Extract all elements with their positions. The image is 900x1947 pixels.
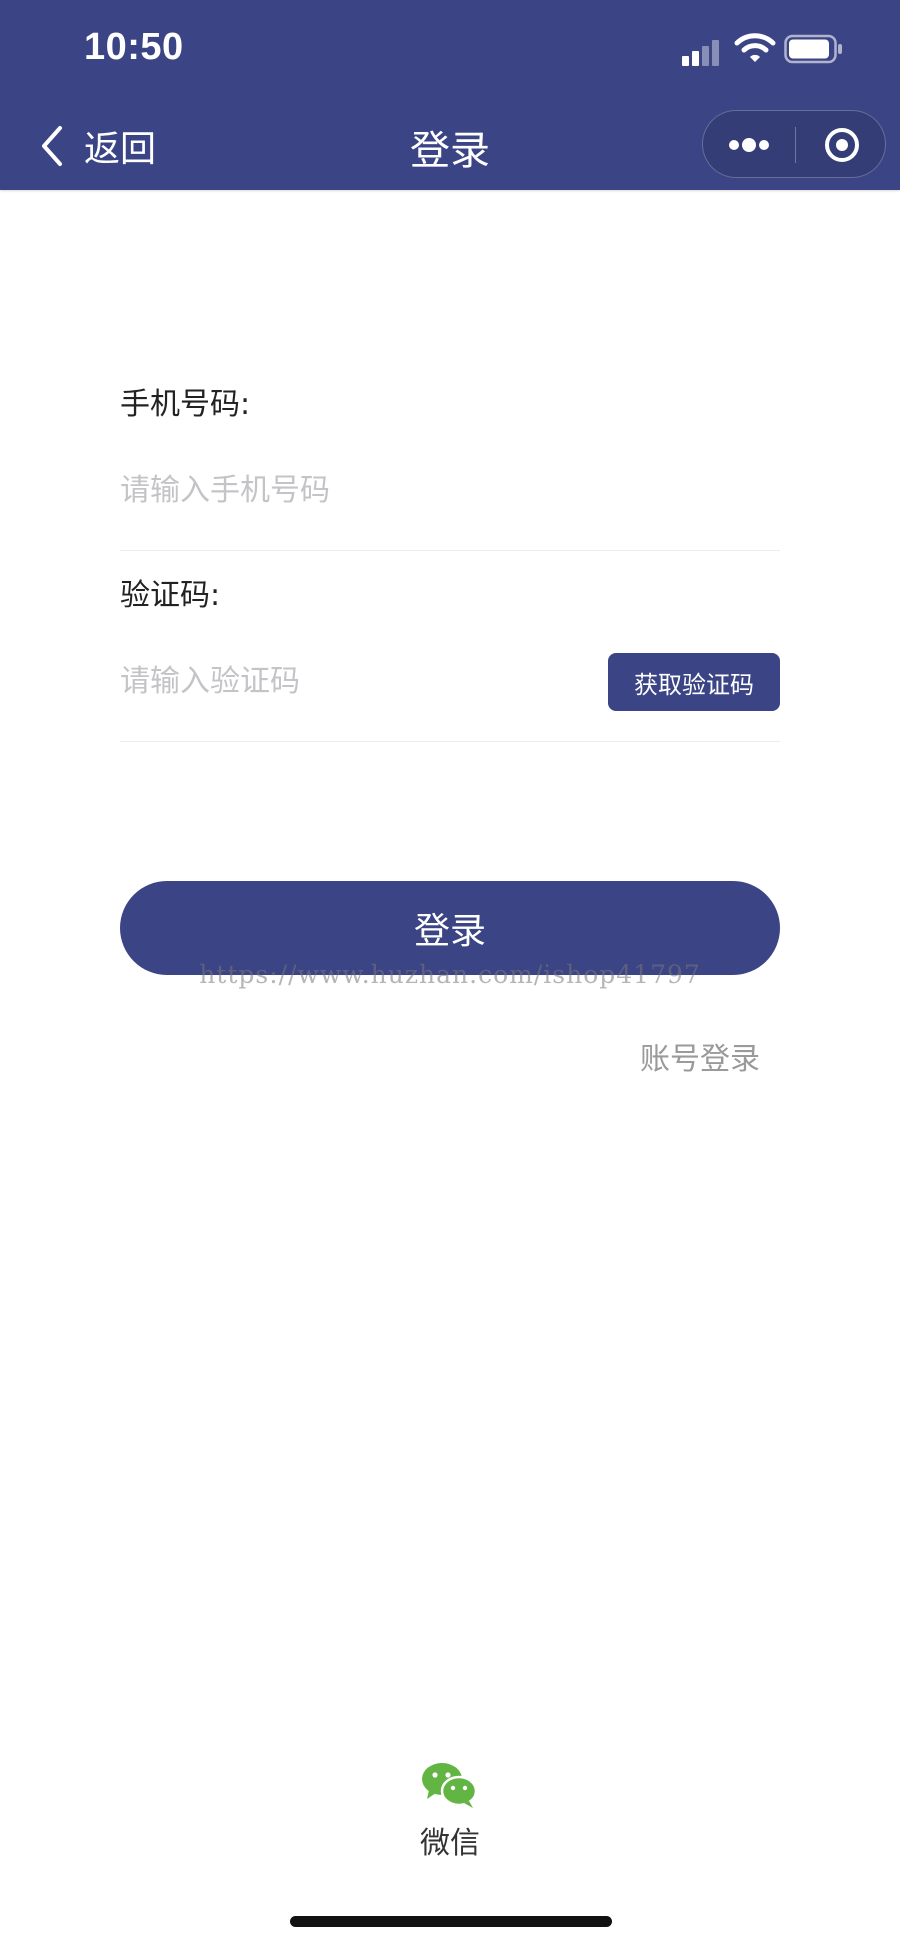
wechat-icon (422, 1763, 478, 1808)
wechat-login-button[interactable]: 微信 (400, 1760, 500, 1862)
wifi-icon (734, 33, 776, 62)
login-page: 10:50 返回 登录 手机号码: 请输入手机号码 验证码: 请输入验证码 获取… (0, 0, 900, 1947)
header: 10:50 返回 登录 (0, 0, 900, 190)
target-circle-icon (825, 128, 859, 162)
phone-input[interactable] (120, 472, 780, 508)
watermark: https://www.huzhan.com/ishop41797 (199, 960, 701, 989)
cellular-signal-icon (682, 36, 724, 66)
get-code-button[interactable]: 获取验证码 (608, 653, 780, 711)
phone-label: 手机号码: (120, 387, 251, 422)
code-label: 验证码: (120, 578, 221, 613)
home-indicator[interactable] (290, 1916, 612, 1927)
battery-icon (784, 34, 842, 64)
more-dots-icon (729, 138, 769, 152)
more-button[interactable] (703, 111, 795, 177)
status-time: 10:50 (84, 26, 184, 68)
mini-program-capsule (702, 110, 886, 178)
close-mini-program-button[interactable] (796, 111, 886, 177)
wechat-label: 微信 (420, 1826, 480, 1861)
account-login-link[interactable]: 账号登录 (620, 1034, 760, 1078)
code-input-row: 获取验证码 (120, 621, 780, 742)
login-form: 手机号码: 验证码: 获取验证码 (120, 380, 780, 742)
verification-code-input[interactable] (120, 663, 560, 699)
phone-input-row (120, 430, 780, 551)
